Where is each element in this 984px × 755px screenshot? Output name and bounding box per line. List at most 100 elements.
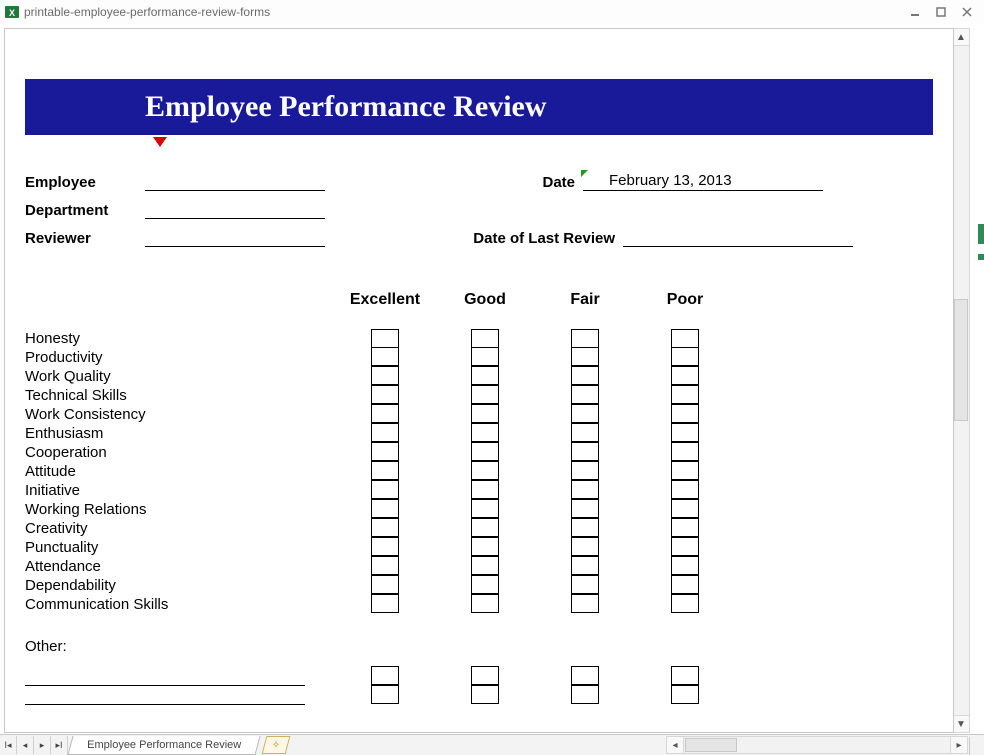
rating-cell[interactable] [571, 537, 599, 556]
ratings-header: Excellent Good Fair Poor [25, 291, 933, 309]
rating-row: Work Quality [25, 367, 933, 386]
rating-cell[interactable] [371, 575, 399, 594]
rating-cell[interactable] [371, 537, 399, 556]
reviewer-field[interactable] [145, 228, 325, 247]
rating-cell[interactable] [571, 594, 599, 613]
rating-cell[interactable] [571, 385, 599, 404]
rating-cell[interactable] [571, 423, 599, 442]
rating-cell[interactable] [371, 442, 399, 461]
criterion-label: Attitude [25, 462, 335, 481]
window-resize-handle[interactable] [969, 737, 984, 755]
rating-cell[interactable] [471, 537, 499, 556]
rating-cell[interactable] [471, 329, 499, 348]
rating-cell[interactable] [671, 442, 699, 461]
next-sheet-button[interactable]: ▸ [34, 736, 51, 754]
scroll-right-arrow[interactable]: ▸ [950, 737, 967, 753]
vertical-scroll-thumb[interactable] [954, 299, 968, 421]
rating-cell[interactable] [671, 423, 699, 442]
rating-cell[interactable] [671, 366, 699, 385]
rating-cell[interactable] [671, 518, 699, 537]
rating-cell[interactable] [671, 461, 699, 480]
last-sheet-button[interactable]: ▸I [51, 736, 68, 754]
rating-cell[interactable] [671, 685, 699, 704]
rating-cell[interactable] [471, 666, 499, 685]
rating-cell[interactable] [371, 404, 399, 423]
rating-cell[interactable] [471, 366, 499, 385]
rating-cell[interactable] [471, 385, 499, 404]
sheet-tab-active[interactable]: Employee Performance Review [67, 736, 260, 755]
new-sheet-button[interactable]: ✧ [262, 736, 291, 754]
rating-cell[interactable] [571, 499, 599, 518]
rating-row: Punctuality [25, 538, 933, 557]
rating-cell[interactable] [471, 556, 499, 575]
rating-cell[interactable] [671, 404, 699, 423]
rating-cell[interactable] [571, 666, 599, 685]
rating-cell[interactable] [671, 666, 699, 685]
rating-cell[interactable] [671, 385, 699, 404]
rating-cell[interactable] [571, 442, 599, 461]
rating-cell[interactable] [471, 685, 499, 704]
rating-cell[interactable] [671, 575, 699, 594]
svg-text:X: X [9, 8, 15, 18]
rating-cell[interactable] [671, 499, 699, 518]
minimize-button[interactable] [904, 4, 926, 20]
other-field-2[interactable] [25, 686, 305, 705]
close-button[interactable] [956, 4, 978, 20]
prev-sheet-button[interactable]: ◂ [17, 736, 34, 754]
scroll-up-arrow[interactable]: ▲ [953, 29, 969, 46]
rating-cell[interactable] [371, 461, 399, 480]
worksheet-page[interactable]: Employee Performance Review Employee Dat… [4, 28, 954, 733]
rating-cell[interactable] [571, 685, 599, 704]
first-sheet-button[interactable]: I◂ [0, 736, 17, 754]
scroll-left-arrow[interactable]: ◂ [667, 737, 684, 753]
rating-cell[interactable] [471, 347, 499, 366]
employee-field[interactable] [145, 172, 325, 191]
department-field[interactable] [145, 200, 325, 219]
rating-cell[interactable] [571, 480, 599, 499]
rating-cell[interactable] [671, 537, 699, 556]
rating-cell[interactable] [371, 685, 399, 704]
rating-cell[interactable] [371, 666, 399, 685]
maximize-button[interactable] [930, 4, 952, 20]
rating-cell[interactable] [671, 329, 699, 348]
date-field[interactable]: February 13, 2013 [583, 172, 823, 191]
rating-cell[interactable] [471, 518, 499, 537]
rating-cell[interactable] [471, 480, 499, 499]
rating-cell[interactable] [371, 347, 399, 366]
rating-cell[interactable] [471, 575, 499, 594]
rating-cell[interactable] [571, 404, 599, 423]
rating-cell[interactable] [571, 461, 599, 480]
rating-cell[interactable] [371, 366, 399, 385]
rating-cell[interactable] [471, 404, 499, 423]
rating-cell[interactable] [371, 423, 399, 442]
rating-cell[interactable] [571, 556, 599, 575]
employee-label: Employee [25, 174, 145, 191]
rating-cell[interactable] [371, 480, 399, 499]
rating-cell[interactable] [371, 499, 399, 518]
rating-cell[interactable] [671, 556, 699, 575]
rating-cell[interactable] [371, 385, 399, 404]
rating-cell[interactable] [571, 518, 599, 537]
scroll-down-arrow[interactable]: ▼ [953, 715, 969, 732]
rating-cell[interactable] [371, 594, 399, 613]
rating-cell[interactable] [571, 366, 599, 385]
rating-cell[interactable] [571, 347, 599, 366]
rating-cell[interactable] [671, 594, 699, 613]
rating-cell[interactable] [471, 499, 499, 518]
rating-cell[interactable] [571, 575, 599, 594]
rating-cell[interactable] [471, 442, 499, 461]
rating-cell[interactable] [471, 461, 499, 480]
other-field-1[interactable] [25, 667, 305, 686]
rating-cell[interactable] [471, 594, 499, 613]
last-review-field[interactable] [623, 228, 853, 247]
rating-cell[interactable] [371, 556, 399, 575]
rating-cell[interactable] [571, 329, 599, 348]
rating-cell[interactable] [371, 518, 399, 537]
horizontal-scrollbar[interactable]: ◂ ▸ [666, 736, 968, 754]
rating-cell[interactable] [471, 423, 499, 442]
rating-cell[interactable] [671, 347, 699, 366]
rating-cell[interactable] [371, 329, 399, 348]
horizontal-scroll-thumb[interactable] [685, 738, 737, 752]
vertical-scrollbar[interactable]: ▲ ▼ [952, 28, 970, 733]
rating-cell[interactable] [671, 480, 699, 499]
